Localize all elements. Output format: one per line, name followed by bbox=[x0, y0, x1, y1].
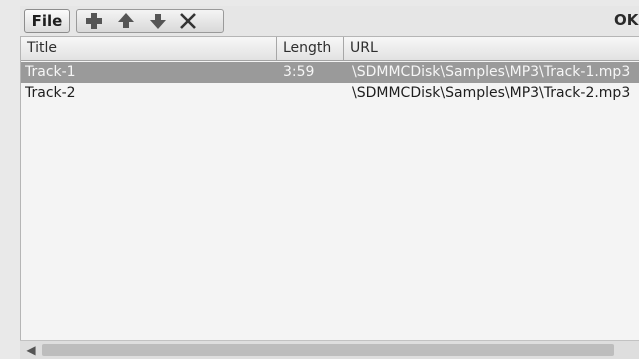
track-title: Track-2 bbox=[25, 85, 76, 101]
toolbar-button-group bbox=[76, 9, 224, 33]
file-menu-button[interactable]: File bbox=[24, 9, 70, 33]
track-url: \SDMMCDisk\Samples\MP3\Track-2.mp3 bbox=[352, 85, 631, 101]
ok-button[interactable]: OK bbox=[614, 11, 638, 29]
column-header-url[interactable]: URL bbox=[344, 37, 639, 60]
horizontal-scrollbar[interactable]: ◀ bbox=[20, 340, 639, 359]
playlist-window: File OK Title Length URL Track-1 3:59 \S… bbox=[0, 0, 639, 359]
column-header-title[interactable]: Title bbox=[21, 37, 277, 60]
table-row[interactable]: Track-2 \SDMMCDisk\Samples\MP3\Track-2.m… bbox=[21, 83, 639, 104]
track-length: 3:59 bbox=[283, 64, 315, 80]
add-icon bbox=[86, 13, 102, 29]
track-list: Title Length URL Track-1 3:59 \SDMMCDisk… bbox=[20, 36, 639, 340]
track-url: \SDMMCDisk\Samples\MP3\Track-1.mp3 bbox=[352, 64, 631, 80]
track-title: Track-1 bbox=[25, 64, 76, 80]
add-button[interactable] bbox=[81, 10, 107, 32]
column-header-length[interactable]: Length bbox=[277, 37, 344, 60]
move-up-button[interactable] bbox=[113, 10, 139, 32]
list-header: Title Length URL bbox=[21, 37, 639, 61]
toolbar: File OK bbox=[20, 6, 639, 36]
move-down-button[interactable] bbox=[145, 10, 171, 32]
scrollbar-thumb[interactable] bbox=[42, 344, 614, 356]
delete-button[interactable] bbox=[175, 10, 201, 32]
table-row[interactable]: Track-1 3:59 \SDMMCDisk\Samples\MP3\Trac… bbox=[21, 62, 639, 83]
delete-x-icon bbox=[180, 13, 196, 29]
scroll-left-arrow-icon[interactable]: ◀ bbox=[24, 343, 38, 357]
arrow-up-icon bbox=[118, 13, 134, 28]
arrow-down-icon bbox=[150, 14, 166, 29]
